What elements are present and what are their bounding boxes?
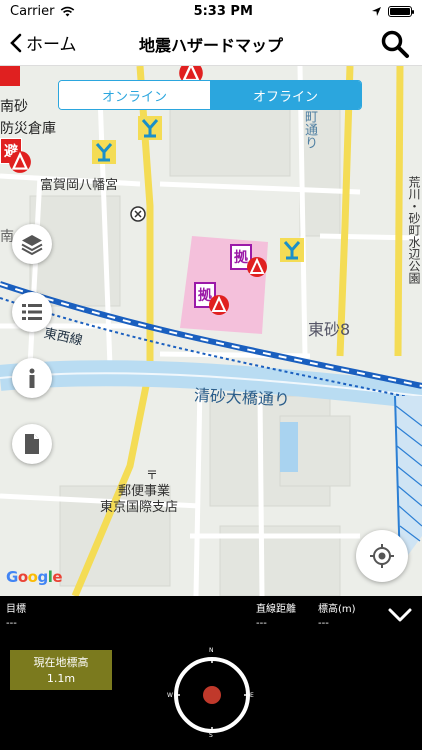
map-label-arakawa: 荒川・砂町水辺公園	[407, 176, 421, 284]
current-location-button[interactable]	[356, 530, 408, 582]
search-icon[interactable]	[380, 29, 410, 59]
chevron-left-icon	[10, 33, 22, 52]
map-label-tokyo-kokusai: 東京国際支店	[100, 500, 179, 515]
compass-icon	[174, 657, 250, 733]
close-circle-icon	[130, 206, 146, 222]
tab-online[interactable]: オンライン	[59, 81, 210, 109]
current-elevation-value: 1.1m	[46, 672, 76, 685]
map-label-higashisuna8: 東砂8	[308, 320, 351, 339]
location-arrow-icon	[371, 6, 381, 16]
current-elevation-label: 現在地標高	[33, 656, 89, 669]
distance-value: ---	[256, 618, 267, 629]
status-bar: Carrier 5:33 PM	[0, 0, 422, 22]
map-label-minamisuna: 南砂	[0, 99, 28, 115]
info-panel: 目標 --- 直線距離 --- 標高(m) --- 現在地標高 1.1m N E…	[0, 596, 422, 750]
document-icon	[25, 434, 39, 454]
list-icon	[22, 304, 42, 320]
document-button[interactable]	[12, 424, 52, 464]
info-button[interactable]	[12, 358, 52, 398]
map-label-kiyosuna-bridge: 清砂大橋通り	[193, 385, 291, 410]
info-icon	[29, 368, 35, 388]
crosshair-icon	[370, 544, 394, 568]
map-view[interactable]: 南砂 防災倉庫 富賀岡八幡宮 町通り 荒川・砂町水辺公園 東砂8 清砂大橋通り …	[0, 66, 422, 596]
compass-e: E	[250, 692, 254, 699]
status-time: 5:33 PM	[193, 3, 253, 19]
post-office-icon: 〒	[146, 468, 159, 482]
navigation-bar: ホーム 地震ハザードマップ	[0, 22, 422, 66]
chevron-down-icon[interactable]	[386, 604, 414, 626]
distance-label: 直線距離	[256, 604, 296, 615]
hazard-marker-icon-1[interactable]	[246, 256, 268, 278]
carrier-label: Carrier	[10, 3, 55, 19]
target-label: 目標	[6, 604, 26, 615]
map-label-tomigaoka: 富賀岡八幡宮	[40, 178, 119, 193]
evacuation-route-icon-1[interactable]	[138, 116, 162, 140]
evacuation-route-icon-2[interactable]	[92, 140, 116, 164]
compass-w: W	[167, 692, 173, 699]
google-logo: Google	[6, 568, 63, 586]
list-button[interactable]	[12, 292, 52, 332]
battery-icon	[387, 5, 414, 17]
compass-s: S	[209, 732, 213, 739]
map-label-street-vertical: 町通り	[302, 110, 317, 149]
layers-button[interactable]	[12, 224, 52, 264]
layers-icon	[21, 235, 43, 256]
map-label-bousai-souko: 防災倉庫	[0, 121, 56, 137]
compass-n: N	[209, 647, 214, 654]
elevation-value: ---	[318, 618, 329, 629]
target-value: ---	[6, 618, 17, 629]
compass: N E S W	[167, 647, 254, 739]
hazard-marker-icon-3[interactable]	[8, 150, 32, 174]
current-elevation-box: 現在地標高 1.1m	[10, 650, 112, 690]
evacuation-route-icon-3[interactable]	[280, 238, 304, 262]
wifi-icon	[61, 6, 75, 16]
back-button[interactable]: ホーム	[10, 30, 77, 55]
hazard-marker-icon-2[interactable]	[208, 294, 230, 316]
back-button-label: ホーム	[26, 35, 77, 55]
online-offline-toggle[interactable]: オンライン オフライン	[58, 80, 362, 110]
elevation-label: 標高(m)	[318, 604, 356, 615]
tab-offline[interactable]: オフライン	[210, 81, 361, 109]
